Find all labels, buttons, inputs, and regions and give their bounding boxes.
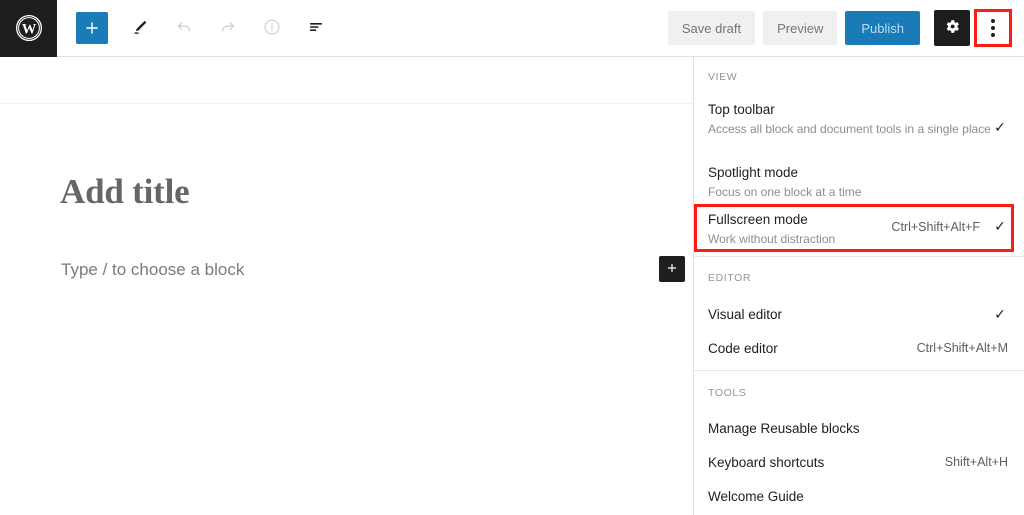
menu-item-label: Spotlight mode xyxy=(708,165,799,180)
menu-divider xyxy=(694,256,1024,257)
check-icon: ✓ xyxy=(994,219,1006,235)
plus-icon xyxy=(83,19,101,37)
menu-item-spotlight-mode[interactable]: Spotlight mode Focus on one block at a t… xyxy=(694,165,1024,202)
menu-section-heading-editor: EDITOR xyxy=(708,272,752,284)
menu-section-heading-view: VIEW xyxy=(708,71,738,83)
menu-item-label: Welcome Guide xyxy=(708,489,804,504)
preview-button[interactable]: Preview xyxy=(763,11,838,45)
settings-button[interactable] xyxy=(934,10,970,46)
svg-text:W: W xyxy=(21,21,36,37)
wordpress-block-editor: W Save draft Preview Publish Add title T… xyxy=(0,0,1024,515)
block-inserter-button[interactable] xyxy=(659,256,685,282)
header-actions-group: Save draft Preview Publish xyxy=(667,9,1024,47)
menu-item-description: Access all block and document tools in a… xyxy=(708,122,991,137)
menu-item-label: Top toolbar xyxy=(708,102,775,117)
undo-arrow-icon xyxy=(174,17,194,40)
menu-item-shortcut: Ctrl+Shift+Alt+M xyxy=(916,341,1008,355)
plus-icon xyxy=(665,261,679,278)
menu-section-heading-tools: TOOLS xyxy=(708,387,747,399)
list-view-button[interactable] xyxy=(298,10,334,46)
menu-item-fullscreen-mode[interactable]: Fullscreen mode Work without distraction… xyxy=(694,212,1024,249)
post-title-input[interactable]: Add title xyxy=(60,174,190,209)
more-options-dropdown-menu: VIEW Top toolbar Access all block and do… xyxy=(693,57,1024,515)
list-view-icon xyxy=(306,17,326,40)
kebab-vertical-icon xyxy=(991,19,995,37)
menu-item-welcome-guide[interactable]: Welcome Guide xyxy=(694,489,1024,505)
check-icon: ✓ xyxy=(994,307,1006,323)
menu-item-description: Work without distraction xyxy=(708,232,836,247)
wordpress-logo-icon: W xyxy=(15,14,43,42)
menu-item-manage-reusable-blocks[interactable]: Manage Reusable blocks xyxy=(694,421,1024,437)
menu-item-label: Keyboard shortcuts xyxy=(708,455,825,470)
menu-item-shortcut: Ctrl+Shift+Alt+F xyxy=(891,220,980,234)
wordpress-logo-button[interactable]: W xyxy=(0,0,57,57)
pencil-icon xyxy=(130,17,150,40)
details-button[interactable] xyxy=(254,10,290,46)
menu-item-label: Manage Reusable blocks xyxy=(708,421,860,436)
primary-tools-group xyxy=(76,10,342,46)
add-block-button[interactable] xyxy=(76,12,108,44)
menu-item-top-toolbar[interactable]: Top toolbar Access all block and documen… xyxy=(694,102,1024,139)
menu-item-description: Focus on one block at a time xyxy=(708,185,862,200)
check-icon: ✓ xyxy=(994,120,1006,136)
menu-divider xyxy=(694,370,1024,371)
redo-button[interactable] xyxy=(210,10,246,46)
menu-item-keyboard-shortcuts[interactable]: Keyboard shortcuts Shift+Alt+H xyxy=(694,455,1024,471)
menu-item-label: Fullscreen mode xyxy=(708,212,808,227)
menu-item-visual-editor[interactable]: Visual editor ✓ xyxy=(694,307,1024,323)
save-draft-button[interactable]: Save draft xyxy=(667,11,756,45)
menu-item-code-editor[interactable]: Code editor Ctrl+Shift+Alt+M xyxy=(694,341,1024,357)
undo-button[interactable] xyxy=(166,10,202,46)
menu-item-label: Visual editor xyxy=(708,307,783,322)
editor-header-toolbar: W Save draft Preview Publish xyxy=(0,0,1024,57)
default-block-appender[interactable]: Type / to choose a block xyxy=(61,260,244,280)
info-circle-icon xyxy=(262,17,282,40)
menu-item-label: Code editor xyxy=(708,341,778,356)
tools-edit-button[interactable] xyxy=(122,10,158,46)
more-options-button[interactable] xyxy=(974,9,1012,47)
redo-arrow-icon xyxy=(218,17,238,40)
menu-item-shortcut: Shift+Alt+H xyxy=(944,455,1008,469)
publish-button[interactable]: Publish xyxy=(845,11,920,45)
gear-icon xyxy=(944,18,961,38)
